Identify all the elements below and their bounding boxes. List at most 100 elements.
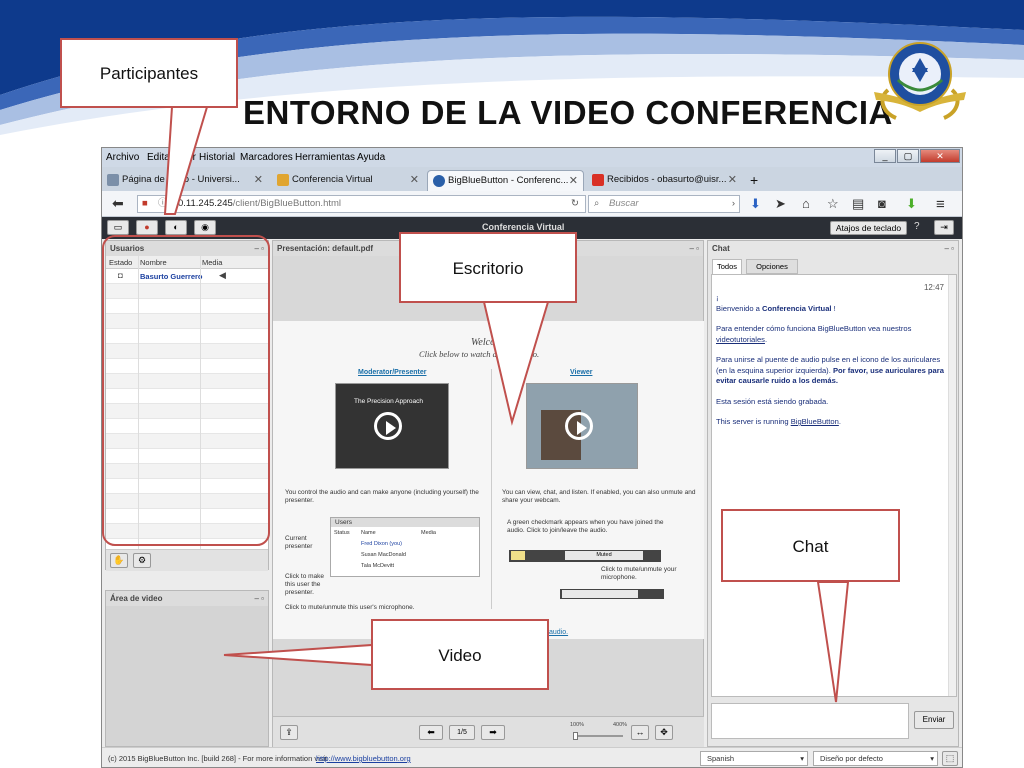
slide-page-indicator[interactable]: 1/5 [449, 725, 475, 740]
bbb-website-link[interactable]: http://www.bigbluebutton.org [316, 754, 411, 763]
settings-gear-button[interactable]: ⚙ [133, 553, 151, 568]
presentation-controls: ⇪ ⬅ 1/5 ➡ 100% 400% ↔ ✥ [273, 716, 704, 747]
column-nombre[interactable]: Nombre [140, 256, 167, 269]
play-icon[interactable] [374, 412, 402, 440]
raise-hand-button[interactable]: ✋ [110, 553, 128, 568]
fit-width-button[interactable]: ↔ [631, 725, 649, 740]
search-placeholder: Buscar [609, 198, 639, 209]
search-go-icon[interactable]: › [732, 196, 735, 212]
pocket-icon[interactable]: ◙ [878, 196, 886, 211]
viewer-description: You can view, chat, and listen. If enabl… [502, 489, 696, 504]
new-tab-button[interactable]: + [744, 170, 766, 191]
hamburger-menu-icon[interactable]: ≡ [936, 196, 945, 213]
screen-share-button[interactable]: ▭ [107, 220, 129, 235]
search-input[interactable]: ⌕ Buscar › [588, 195, 740, 213]
language-select[interactable]: Spanish ▾ [700, 751, 808, 766]
url-host: 0.11.245.245 [178, 198, 233, 209]
moderator-video-thumbnail[interactable]: The Precision Approach [335, 383, 449, 469]
tab-recibidos[interactable]: Recibidos - obasurto@uisr... ✕ [587, 170, 742, 191]
send-icon[interactable]: ➤ [775, 196, 786, 212]
slide-title: ENTORNO DE LA VIDEO CONFERENCIA [243, 94, 893, 131]
url-input[interactable]: ■ ⓘ 0.11.245.245/client/BigBlueButton.ht… [137, 195, 586, 213]
maximize-button[interactable]: ▢ [897, 149, 919, 163]
headset-button[interactable]: ◐ [165, 220, 187, 235]
column-estado[interactable]: Estado [109, 256, 132, 269]
reload-icon[interactable]: ↻ [571, 196, 579, 212]
mini-status: Status [334, 530, 350, 536]
callout-escritorio: Escritorio [399, 232, 577, 303]
tab-todos[interactable]: Todos [712, 259, 742, 274]
layout-select[interactable]: Diseño por defecto ▾ [813, 751, 938, 766]
navigation-toolbar: ⬅ ■ ⓘ 0.11.245.245/client/BigBlueButton.… [102, 191, 962, 217]
chat-scrollbar[interactable] [948, 275, 956, 696]
videotutoriales-link[interactable]: videotutoriales [716, 335, 765, 344]
panel-minmax-icon[interactable]: – ▫ [944, 241, 954, 256]
table-row[interactable]: ◘ Basurto Guerrero ◀ [106, 269, 268, 284]
download-icon[interactable]: ⬇ [750, 196, 761, 212]
shortcuts-button[interactable]: Atajos de teclado [830, 221, 907, 235]
menu-bar: Archivo Editar Ver Historial Marcadores … [102, 148, 962, 167]
viewer-video-thumbnail[interactable] [526, 383, 638, 469]
menu-herramientas[interactable]: Herramientas [295, 152, 355, 163]
callout-chat: Chat [721, 509, 900, 582]
previous-slide-button[interactable]: ⬅ [419, 725, 443, 740]
tab-bigbluebutton[interactable]: BigBlueButton - Conferenc... ✕ [427, 170, 584, 191]
panel-minmax-icon[interactable]: – ▫ [254, 591, 264, 606]
folder-icon [277, 174, 289, 186]
muted-label: Muted [565, 551, 643, 560]
slide-welcome: Welcome [471, 337, 507, 348]
click-mute-mic-note: Click to mute/unmute your microphone. [601, 566, 677, 581]
zoom-slider[interactable] [573, 732, 623, 740]
callout-participantes: Participantes [60, 38, 238, 108]
close-window-button[interactable]: ✕ [920, 149, 960, 163]
play-icon[interactable] [565, 412, 593, 440]
fit-page-button[interactable]: ✥ [655, 725, 673, 740]
apply-layout-button[interactable]: ⬚ [942, 751, 958, 766]
panel-minmax-icon[interactable]: – ▫ [254, 241, 264, 256]
next-slide-button[interactable]: ➡ [481, 725, 505, 740]
audio-link[interactable]: audio. [549, 629, 568, 636]
panel-minmax-icon[interactable]: – ▫ [689, 241, 699, 256]
chat-input[interactable] [711, 703, 909, 739]
logout-button[interactable]: ⇥ [934, 220, 954, 235]
tab-close-icon[interactable]: ✕ [254, 170, 263, 190]
tab-opciones[interactable]: Opciones [746, 259, 798, 274]
presentation-title: Presentación: default.pdf [277, 244, 374, 253]
send-button[interactable]: Enviar [914, 711, 954, 729]
menu-ayuda[interactable]: Ayuda [357, 152, 385, 163]
column-media[interactable]: Media [202, 256, 222, 269]
users-actions: ✋ ⚙ [106, 549, 268, 571]
mini-user-3: Tala McDevitt [361, 563, 395, 569]
back-arrow-icon[interactable]: ⬅ [112, 195, 124, 212]
chevron-down-icon: ▾ [800, 754, 804, 763]
menu-archivo[interactable]: Archivo [106, 152, 139, 163]
tab-close-icon[interactable]: ✕ [728, 170, 737, 190]
page-icon [107, 174, 119, 186]
tab-label: Página de inicio - Universi... [122, 174, 240, 185]
mini-name: Name [361, 530, 376, 536]
minimize-button[interactable]: _ [874, 149, 896, 163]
bookmark-star-icon[interactable]: ☆ [827, 196, 839, 212]
speaker-icon[interactable]: ◀ [219, 270, 226, 281]
green-download-icon[interactable]: ⬇ [906, 196, 917, 212]
click-make-presenter-note: Click to make this user the presenter. [285, 573, 325, 596]
webcam-button[interactable]: ● [136, 220, 158, 235]
bigbluebutton-link[interactable]: BigBlueButton [791, 417, 839, 426]
tab-conferencia-virtual[interactable]: Conferencia Virtual ✕ [272, 170, 424, 191]
menu-historial[interactable]: Historial [199, 152, 235, 163]
search-icon: ⌕ [594, 198, 600, 209]
home-icon[interactable]: ⌂ [802, 196, 810, 211]
help-button[interactable]: ? [914, 221, 920, 232]
copyright-text: (c) 2015 BigBlueButton Inc. [build 268] … [108, 754, 328, 763]
menu-marcadores[interactable]: Marcadores [240, 152, 293, 163]
chevron-down-icon: ▾ [930, 754, 934, 763]
university-logo [868, 40, 972, 132]
menu-ver[interactable]: Ver [181, 152, 196, 163]
upload-presentation-button[interactable]: ⇪ [280, 725, 298, 740]
tab-close-icon[interactable]: ✕ [569, 171, 578, 191]
menu-editar[interactable]: Editar [147, 152, 173, 163]
tab-pagina-inicio[interactable]: Página de inicio - Universi... ✕ [102, 170, 268, 191]
reading-list-icon[interactable]: ▤ [852, 196, 864, 212]
tab-close-icon[interactable]: ✕ [410, 170, 419, 190]
microphone-button[interactable]: ◉ [194, 220, 216, 235]
